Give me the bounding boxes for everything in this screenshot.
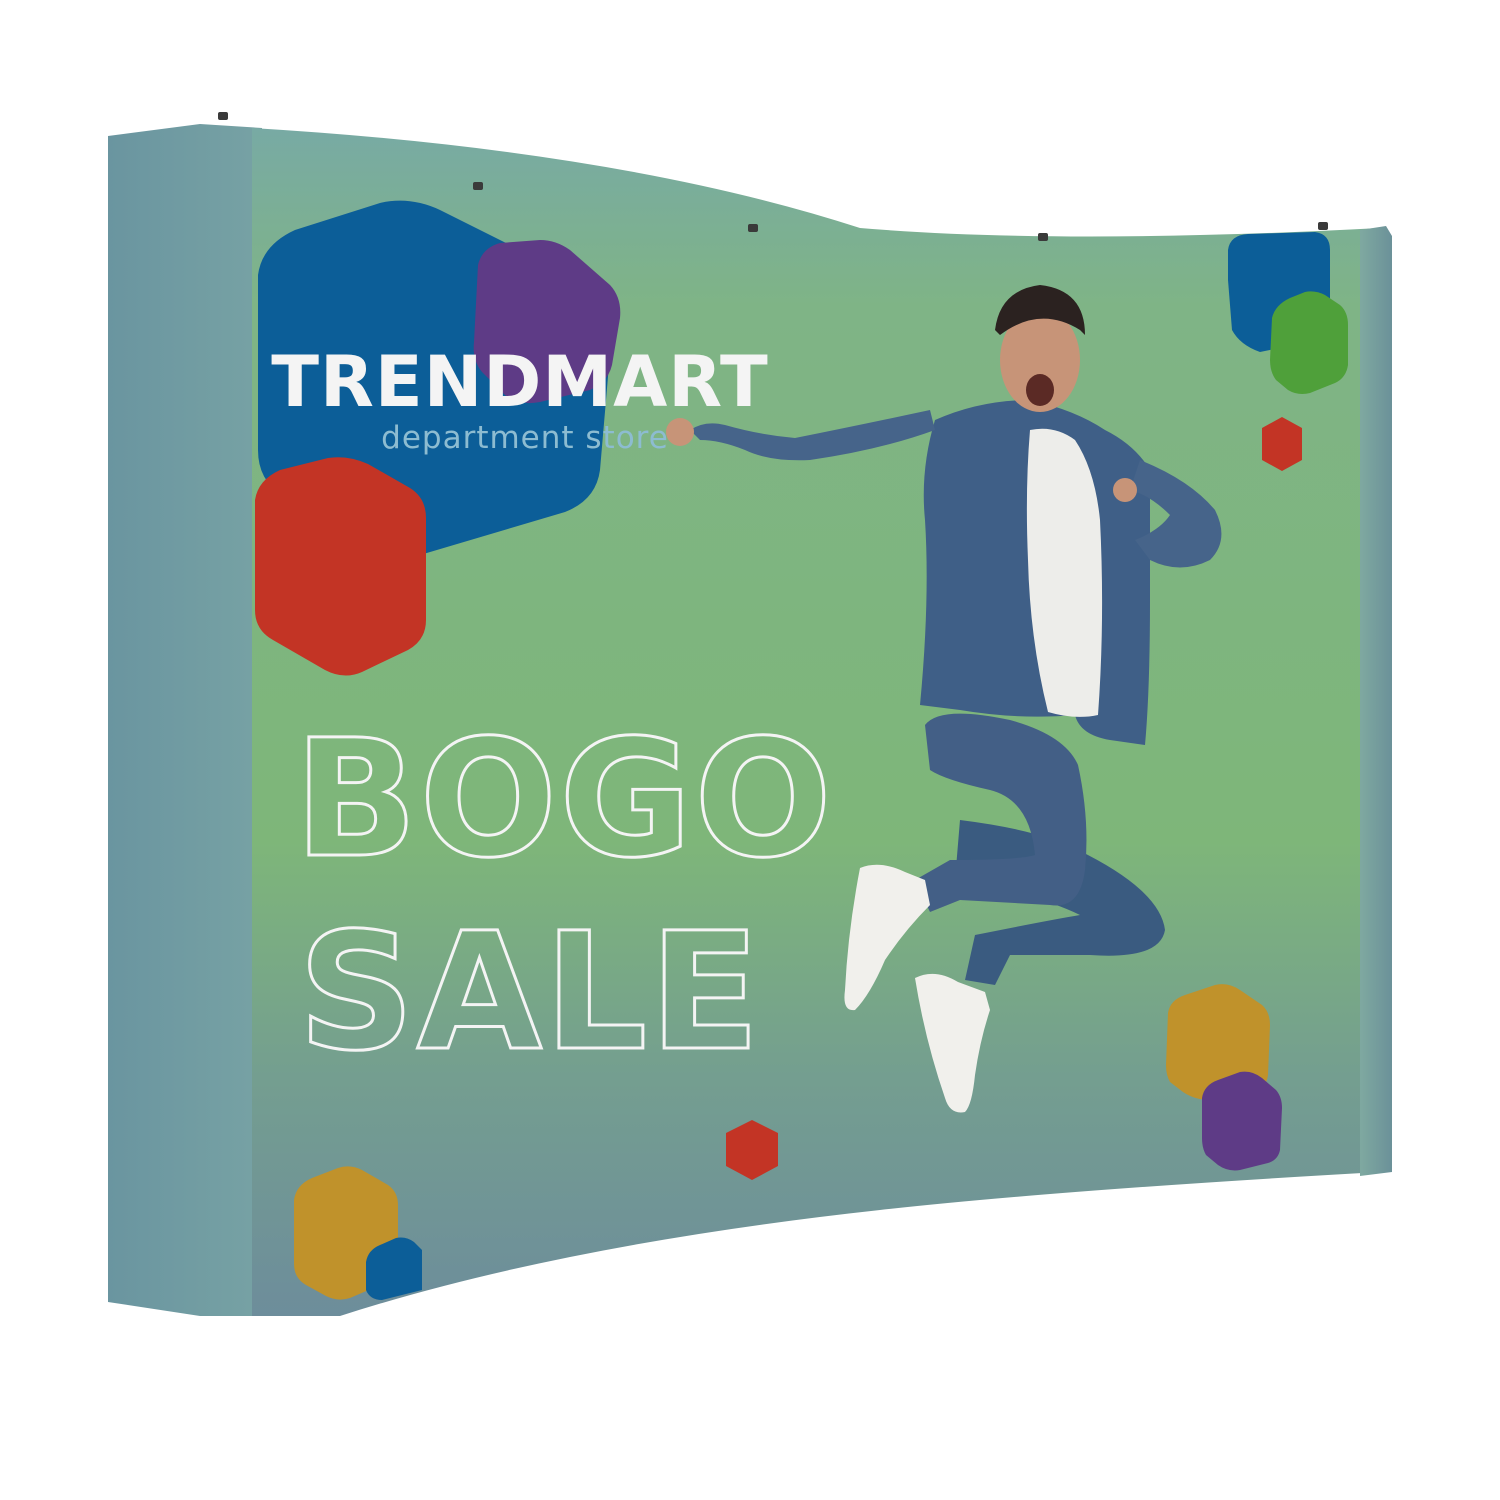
display-side-panel bbox=[108, 124, 262, 1316]
hexagon-purple-bottom-right bbox=[1202, 1071, 1282, 1171]
promo-line-1: BOGO bbox=[294, 706, 834, 894]
brand-name: TRENDMART bbox=[271, 341, 769, 423]
promo-line-2: SALE bbox=[298, 899, 762, 1087]
hexagon-red-small-top-right bbox=[1262, 417, 1302, 471]
logo-hexagon-red bbox=[255, 457, 426, 676]
popup-display-scene: TRENDMART department store BOGO SALE bbox=[108, 112, 1392, 1316]
brand-tagline: department store bbox=[381, 420, 669, 456]
hexagon-green-top-right bbox=[1270, 291, 1348, 394]
display-right-edge bbox=[1360, 226, 1392, 1176]
